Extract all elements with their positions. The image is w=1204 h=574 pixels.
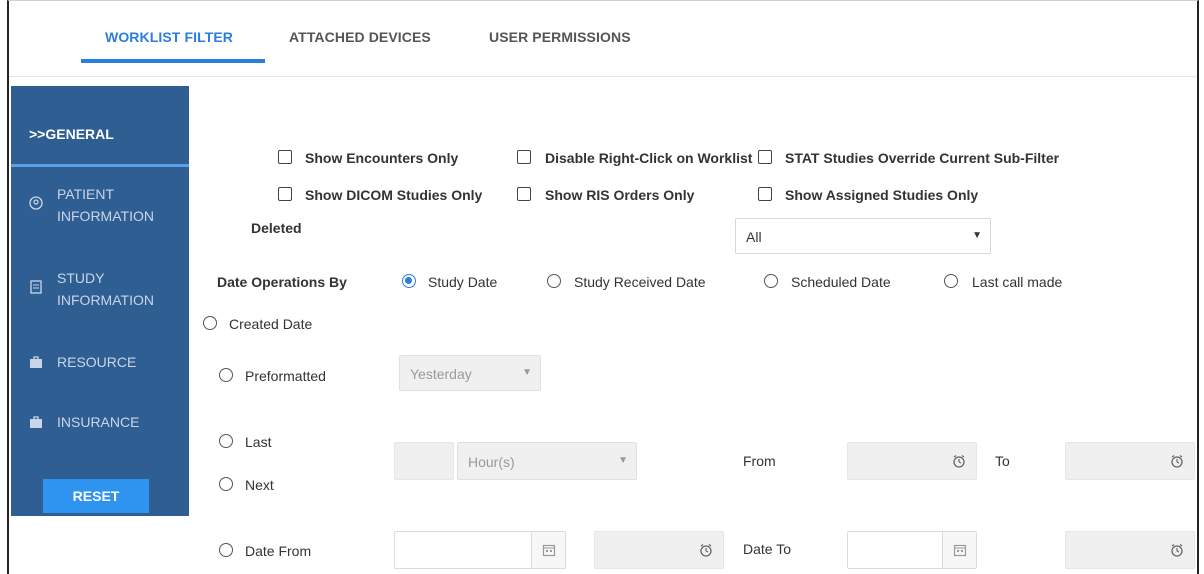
created-date-label: Created Date — [229, 316, 313, 332]
clock-icon[interactable] — [1160, 532, 1194, 568]
show-assigned-label: Show Assigned Studies Only — [785, 187, 979, 203]
sidebar-item-label-line1: PATIENT — [57, 186, 115, 202]
chevron-down-icon: ▼ — [522, 367, 532, 378]
deleted-label: Deleted — [251, 220, 302, 236]
last-next-unit-select[interactable]: Hour(s) ▼ — [457, 442, 637, 480]
date-from-input[interactable] — [394, 531, 566, 569]
show-encounters-checkbox[interactable] — [278, 150, 292, 164]
preformatted-select-value: Yesterday — [410, 366, 472, 382]
show-dicom-checkbox[interactable] — [278, 187, 292, 201]
chevron-down-icon: ▼ — [618, 455, 628, 466]
show-assigned-checkbox[interactable] — [758, 187, 772, 201]
show-ris-checkbox[interactable] — [517, 187, 531, 201]
study-date-label: Study Date — [428, 274, 498, 290]
calendar-icon[interactable] — [942, 532, 976, 568]
preformatted-radio[interactable] — [219, 368, 233, 382]
show-dicom-label: Show DICOM Studies Only — [305, 187, 483, 203]
disable-right-click-checkbox[interactable] — [517, 150, 531, 164]
sidebar-item-label: RESOURCE — [57, 354, 137, 370]
to-label: To — [995, 453, 1010, 469]
deleted-select-value: All — [746, 229, 762, 245]
sidebar-item-label-line2: INFORMATION — [57, 292, 154, 308]
scheduled-date-radio[interactable] — [764, 274, 778, 288]
study-received-date-label: Study Received Date — [574, 274, 706, 290]
from-label: From — [743, 453, 776, 469]
calendar-icon[interactable] — [531, 532, 565, 568]
next-radio[interactable] — [219, 477, 233, 491]
study-date-radio[interactable] — [402, 274, 416, 288]
patient-icon — [29, 196, 43, 210]
stat-override-checkbox[interactable] — [758, 150, 772, 164]
study-icon — [29, 280, 43, 294]
show-encounters-label: Show Encounters Only — [305, 150, 459, 166]
sidebar-item-label-line2: INFORMATION — [57, 208, 154, 224]
disable-right-click-label: Disable Right-Click on Worklist — [545, 150, 753, 166]
date-from-label: Date From — [245, 543, 312, 559]
tab-worklist-filter[interactable]: WORKLIST FILTER — [105, 29, 233, 45]
deleted-select[interactable]: All ▼ — [735, 218, 991, 254]
clock-icon[interactable] — [1160, 443, 1194, 479]
sidebar-item-label: INSURANCE — [57, 414, 140, 430]
next-label: Next — [245, 477, 274, 493]
last-radio[interactable] — [219, 434, 233, 448]
show-ris-label: Show RIS Orders Only — [545, 187, 695, 203]
last-next-amount-input[interactable] — [394, 442, 454, 480]
date-from-time-input[interactable] — [594, 531, 724, 569]
tab-user-permissions[interactable]: USER PERMISSIONS — [489, 29, 631, 45]
date-operations-label: Date Operations By — [217, 274, 347, 290]
study-received-date-radio[interactable] — [547, 274, 561, 288]
sidebar-item-label: >>GENERAL — [29, 126, 114, 142]
clock-icon[interactable] — [689, 532, 723, 568]
preformatted-label: Preformatted — [245, 368, 326, 384]
date-to-label: Date To — [743, 541, 791, 557]
sidebar: >>GENERAL PATIENT INFORMATION STUDY INFO… — [11, 86, 189, 516]
date-to-time-input[interactable] — [1065, 531, 1195, 569]
from-time-input[interactable] — [847, 442, 977, 480]
last-call-made-radio[interactable] — [944, 274, 958, 288]
last-label: Last — [245, 434, 272, 450]
sidebar-active-indicator — [11, 164, 189, 167]
chevron-down-icon: ▼ — [972, 230, 982, 241]
stat-override-label: STAT Studies Override Current Sub-Filter — [785, 150, 1060, 166]
created-date-radio[interactable] — [203, 316, 217, 330]
date-to-input[interactable] — [847, 531, 977, 569]
active-tab-indicator — [81, 59, 265, 63]
tab-attached-devices[interactable]: ATTACHED DEVICES — [289, 29, 431, 45]
sidebar-item-study-information[interactable]: STUDY INFORMATION — [11, 268, 189, 310]
date-from-radio[interactable] — [219, 543, 233, 557]
clock-icon[interactable] — [942, 443, 976, 479]
sidebar-item-label-line1: STUDY — [57, 270, 105, 286]
to-time-input[interactable] — [1065, 442, 1195, 480]
window-frame: WORKLIST FILTER ATTACHED DEVICES USER PE… — [7, 0, 1199, 574]
sidebar-item-patient-information[interactable]: PATIENT INFORMATION — [11, 184, 189, 226]
preformatted-select[interactable]: Yesterday ▼ — [399, 355, 541, 391]
reset-button[interactable]: RESET — [43, 479, 149, 513]
last-call-made-label: Last call made — [972, 274, 1063, 290]
scheduled-date-label: Scheduled Date — [791, 274, 891, 290]
last-next-unit-value: Hour(s) — [468, 454, 515, 470]
briefcase-icon — [29, 355, 43, 369]
briefcase-icon — [29, 415, 43, 429]
tab-bar: WORKLIST FILTER ATTACHED DEVICES USER PE… — [9, 1, 1197, 77]
